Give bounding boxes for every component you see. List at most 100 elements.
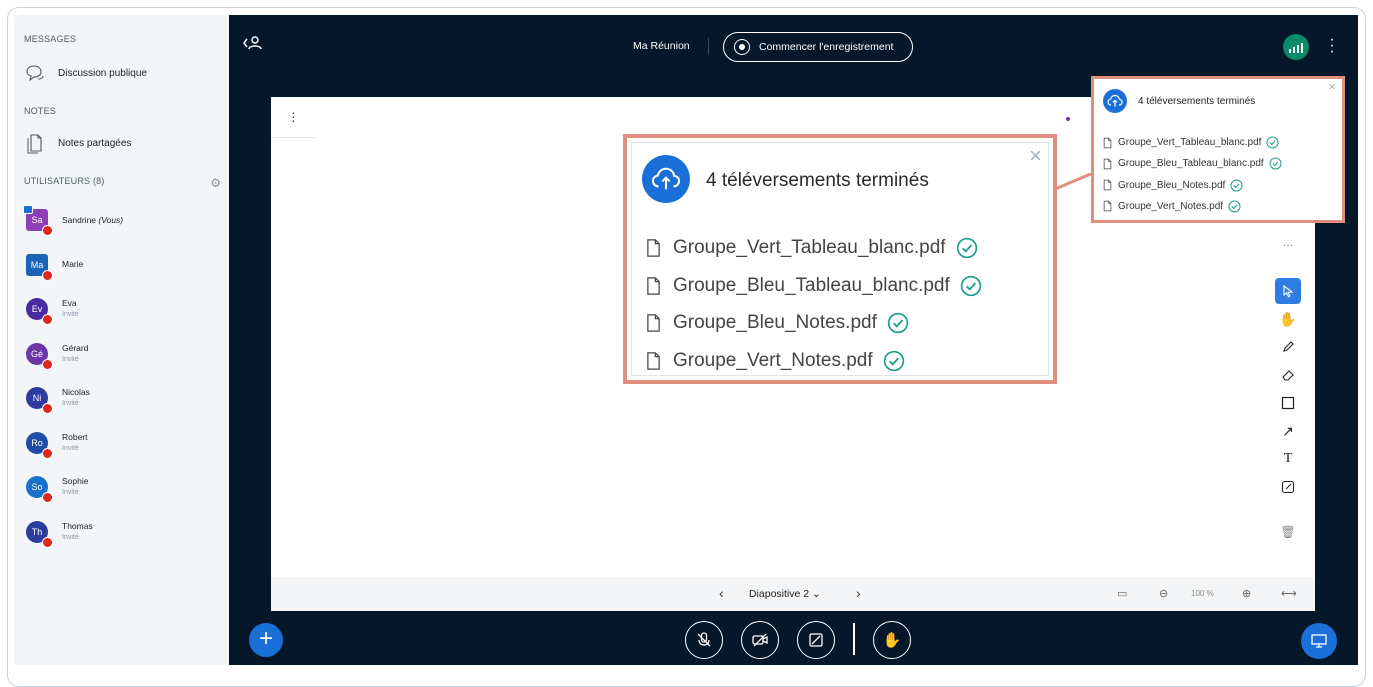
camera-off-button[interactable] (741, 621, 779, 659)
file-name: Groupe_Bleu_Tableau_blanc.pdf (1118, 158, 1264, 170)
user-list-item[interactable]: Sa Sandrine (Vous) (23, 205, 124, 236)
uploaded-file: Groupe_Vert_Notes.pdf (1103, 200, 1241, 213)
user-name-block: Sophie Invité (62, 476, 88, 498)
pencil-tool-icon[interactable] (1275, 334, 1301, 360)
eraser-tool-icon[interactable] (1275, 362, 1301, 388)
fit-width-icon[interactable]: ⟷ (1281, 587, 1297, 600)
check-circle-icon (1230, 179, 1243, 192)
user-list-item[interactable]: Ev Eva Invité (26, 298, 79, 325)
public-chat-label: Discussion publique (58, 67, 147, 79)
avatar-initials: Sa (31, 215, 43, 225)
user-name: Thomas (62, 520, 93, 531)
upload-title-small: 4 téléversements terminés (1138, 96, 1256, 107)
previous-slide-icon[interactable]: ‹ (719, 585, 724, 601)
file-name: Groupe_Vert_Notes.pdf (673, 349, 873, 371)
zoom-out-icon[interactable]: ⊖ (1159, 587, 1168, 600)
upload-toast-zoomed-inner: 4 téléversements terminés × Groupe_Vert_… (631, 142, 1049, 376)
avatar: Ev (26, 298, 53, 325)
note-tool-icon[interactable] (1275, 474, 1301, 500)
rectangle-tool-icon[interactable] (1275, 390, 1301, 416)
user-role: Invité (62, 311, 79, 318)
check-circle-icon (883, 350, 904, 371)
uploaded-file: Groupe_Vert_Notes.pdf (646, 350, 905, 372)
file-name: Groupe_Bleu_Tableau_blanc.pdf (673, 274, 950, 296)
slide-selector[interactable]: Diapositive 2 ⌄ (749, 588, 821, 600)
upload-toast-small: 4 téléversements terminés × Groupe_Vert_… (1091, 76, 1345, 223)
file-icon (1103, 137, 1112, 148)
options-menu-icon[interactable]: · · · (1329, 32, 1335, 60)
user-list-item[interactable]: So Sophie Invité (26, 476, 88, 503)
upload-title-zoomed: 4 téléversements terminés (706, 170, 929, 191)
messages-section-title: MESSAGES (24, 34, 77, 44)
trash-icon[interactable]: 🗑 (1271, 515, 1305, 549)
uploaded-file: Groupe_Bleu_Notes.pdf (646, 312, 909, 334)
add-action-button[interactable]: + (249, 623, 283, 657)
file-icon (647, 314, 660, 332)
mic-muted-icon (42, 492, 53, 503)
avatar: Th (26, 520, 53, 548)
user-list-item[interactable]: Th Thomas Invité (26, 520, 93, 548)
close-icon[interactable]: × (1328, 79, 1336, 94)
mute-mic-button[interactable] (685, 621, 723, 659)
text-tool-icon[interactable]: T (1275, 446, 1301, 472)
meeting-title: Ma Réunion (633, 40, 690, 52)
user-name-block: Gérard Invité (62, 343, 88, 365)
user-self-tag: (Vous) (98, 214, 124, 225)
more-tools-icon[interactable]: ··· (1271, 237, 1305, 261)
close-icon[interactable]: × (1029, 143, 1042, 169)
slide-label: Diapositive 2 (749, 588, 810, 600)
file-name: Groupe_Bleu_Notes.pdf (673, 312, 877, 333)
user-name-block: Nicolas Invité (62, 387, 90, 409)
annotation-dot (1066, 117, 1070, 121)
mic-off-icon (697, 632, 711, 647)
presentation-button[interactable] (1301, 623, 1337, 659)
toggle-userlist-icon[interactable] (241, 35, 263, 54)
file-icon (1103, 158, 1112, 170)
camera-off-icon (752, 633, 768, 647)
user-list-item[interactable]: Gé Gérard Invité (26, 342, 88, 370)
user-name-block: Robert Invité (62, 432, 88, 454)
next-slide-icon[interactable]: › (856, 585, 861, 601)
arrow-tool-icon[interactable]: ↗ (1275, 418, 1301, 444)
public-chat-item[interactable]: Discussion publique (24, 61, 224, 85)
uploaded-file: Groupe_Bleu_Tableau_blanc.pdf (1103, 157, 1282, 170)
file-icon (647, 351, 660, 370)
controls-divider (853, 623, 855, 655)
user-role: Invité (62, 355, 79, 363)
select-tool-icon[interactable] (1275, 278, 1301, 304)
mic-muted-icon (42, 269, 53, 281)
check-circle-icon (1228, 200, 1241, 213)
avatar: Ma (26, 253, 53, 281)
avatar-initials: Ma (30, 259, 44, 270)
avatar-initials: Ro (31, 437, 43, 448)
user-name: Marie (62, 259, 84, 269)
connection-status-icon[interactable] (1283, 34, 1309, 60)
fit-slide-icon[interactable]: ▭ (1117, 587, 1127, 600)
avatar: Gé (26, 342, 53, 370)
screenshare-off-button[interactable] (797, 621, 835, 659)
gear-icon[interactable]: ⚙ (210, 176, 221, 190)
check-circle-icon (956, 237, 977, 259)
notes-icon (27, 134, 42, 154)
file-name: Groupe_Vert_Tableau_blanc.pdf (673, 237, 946, 258)
slide-menu-icon[interactable]: · · · (291, 105, 296, 127)
shared-notes-item[interactable]: Notes partagées (24, 131, 224, 155)
user-name: Nicolas (62, 387, 90, 397)
uploaded-file: Groupe_Vert_Tableau_blanc.pdf (1103, 136, 1279, 149)
upload-toast-zoomed: 4 téléversements terminés × Groupe_Vert_… (623, 134, 1057, 384)
user-list-item[interactable]: Ni Nicolas Invité (26, 387, 90, 414)
file-icon (1103, 201, 1112, 212)
file-name: Groupe_Vert_Tableau_blanc.pdf (1118, 137, 1262, 148)
start-recording-button[interactable]: Commencer l'enregistrement (723, 32, 913, 62)
avatar: Ro (26, 431, 53, 459)
zoom-in-icon[interactable]: ⊕ (1242, 587, 1251, 600)
check-circle-icon (887, 312, 909, 334)
file-icon (647, 276, 660, 295)
screenshare-off-icon (809, 633, 823, 647)
user-role: Invité (62, 444, 79, 452)
raise-hand-button[interactable]: ✋ (873, 621, 911, 659)
user-list-item[interactable]: Ro Robert Invité (26, 431, 88, 459)
notes-section-title: NOTES (24, 106, 57, 116)
pan-tool-icon[interactable]: ✋ (1275, 306, 1301, 332)
user-list-item[interactable]: Ma Marie (26, 253, 84, 281)
